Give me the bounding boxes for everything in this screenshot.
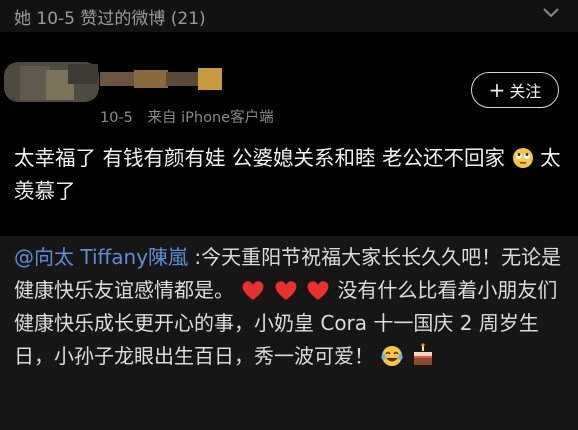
heart-emoji: [242, 281, 264, 300]
repost-text: @向太 Tiffany陳嵐 :今天重阳节祝福大家长长久久吧！无论是健康快乐友谊感…: [14, 241, 572, 373]
post-meta: 10-5 来自 iPhone客户端: [100, 106, 274, 127]
birthday-cake-emoji: [413, 343, 432, 365]
tears-of-joy-emoji: [381, 346, 404, 366]
plus-icon: +: [488, 78, 506, 102]
section-divider: [0, 32, 578, 50]
liked-feed-title: 她 10-5 赞过的微博 (21): [14, 9, 206, 29]
rolling-eyes-emoji: [512, 148, 533, 168]
follow-label: 关注: [509, 82, 542, 101]
chevron-down-icon[interactable]: [542, 6, 560, 20]
post-date: 10-5: [100, 110, 133, 126]
heart-emoji: [275, 281, 297, 300]
username[interactable]: [100, 66, 230, 92]
mention-link[interactable]: @向太 Tiffany陳嵐: [14, 245, 188, 269]
post-text: 太幸福了 有钱有颜有娃 公婆媳关系和睦 老公还不回家 太羡慕了: [14, 142, 564, 208]
post-text-part1: 太幸福了 有钱有颜有娃 公婆媳关系和睦 老公还不回家: [14, 146, 506, 170]
heart-emoji: [307, 281, 329, 300]
liked-feed-header: 她 10-5 赞过的微博 (21): [0, 0, 578, 32]
avatar[interactable]: [4, 58, 104, 104]
follow-button[interactable]: + 关注: [471, 72, 559, 108]
post-source: 来自 iPhone客户端: [147, 110, 274, 126]
